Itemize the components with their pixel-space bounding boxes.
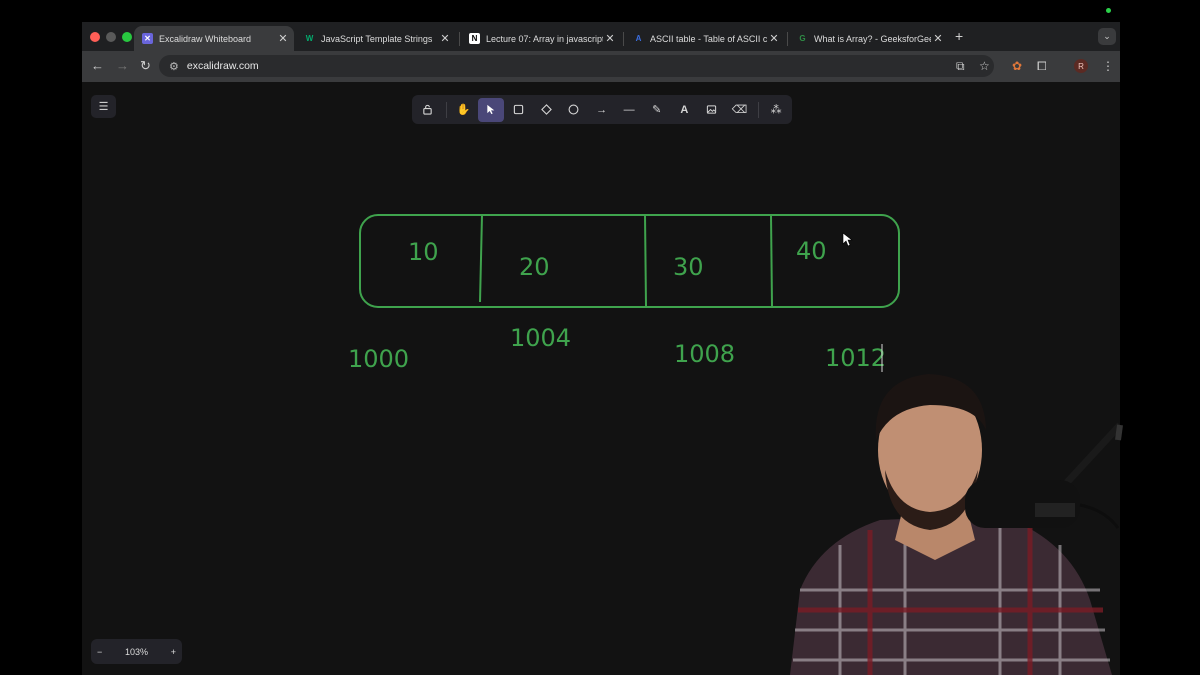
mic-stand-clamp — [1115, 424, 1123, 441]
microphone-cable — [1079, 503, 1120, 529]
microphone-badge — [1035, 503, 1075, 517]
recording-indicator — [1106, 8, 1111, 13]
mic-stand — [1057, 422, 1123, 493]
presenter-webcam-overlay — [790, 374, 1123, 675]
